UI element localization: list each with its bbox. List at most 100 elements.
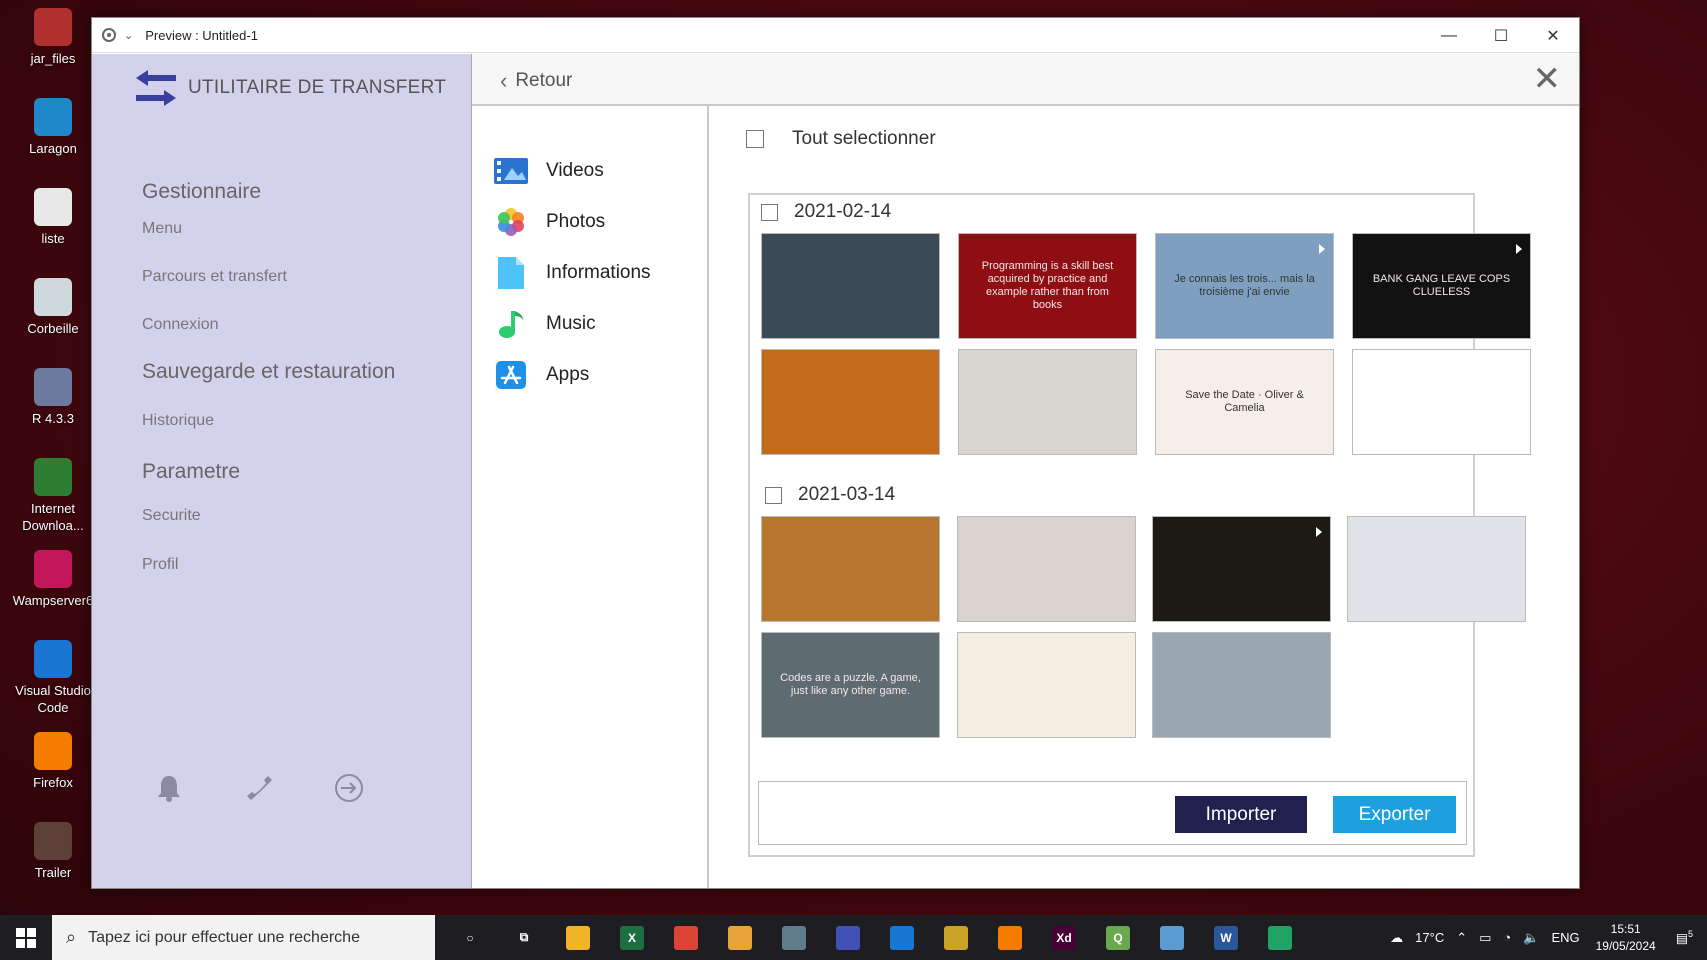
minimize-button[interactable]: —	[1423, 18, 1475, 53]
nav-item-securite[interactable]: Securite	[142, 507, 201, 525]
media-thumbnail[interactable]: BANK GANG LEAVE COPS CLUELESS	[1352, 233, 1531, 339]
language-indicator[interactable]: ENG	[1551, 930, 1579, 945]
wifi-icon[interactable]: ◔	[1503, 930, 1511, 945]
start-button[interactable]	[0, 915, 52, 960]
media-thumbnail[interactable]	[1347, 516, 1526, 622]
firefox-icon	[998, 925, 1022, 950]
media-thumbnail[interactable]: Programming is a skill best acquired by …	[958, 233, 1137, 339]
media-thumbnail[interactable]	[958, 349, 1137, 455]
media-thumbnail[interactable]	[761, 349, 940, 455]
app-store-icon	[494, 360, 528, 390]
desktop-icon[interactable]: Wampserver6	[4, 550, 102, 609]
category-informations[interactable]: Informations	[494, 257, 651, 289]
chevron-up-icon[interactable]: ⌃	[1456, 930, 1467, 946]
nav-heading-sauvegarde[interactable]: Sauvegarde et restauration	[142, 360, 395, 384]
category-videos[interactable]: Videos	[494, 156, 604, 186]
media-thumbnail[interactable]: Je connais les trois... mais la troisièm…	[1155, 233, 1334, 339]
desktop-icon-label: R 4.3.3	[32, 411, 74, 426]
thumbnail-caption: BANK GANG LEAVE COPS CLUELESS	[1372, 273, 1511, 298]
chevron-down-icon[interactable]: ⌄	[124, 29, 133, 42]
taskbar-app[interactable]: ○	[443, 915, 497, 960]
weather-temp[interactable]: 17°C	[1415, 930, 1444, 945]
taskbar-app[interactable]: ⧉	[497, 915, 551, 960]
app-icon	[944, 925, 968, 950]
media-thumbnail[interactable]: Save the Date · Oliver & Camelia	[1155, 349, 1334, 455]
group-checkbox[interactable]	[761, 203, 778, 221]
taskbar-app[interactable]	[659, 915, 713, 960]
desktop-icon[interactable]: Laragon	[4, 98, 102, 157]
nav-item-parcours-transfert[interactable]: Parcours et transfert	[142, 268, 287, 286]
desktop-icon[interactable]: jar_files	[4, 8, 102, 67]
select-all-row[interactable]: Tout selectionner	[746, 128, 936, 150]
notification-icon[interactable]: ▤5	[1676, 929, 1693, 946]
text-file-icon	[34, 188, 72, 226]
media-thumbnail[interactable]	[957, 632, 1136, 738]
taskbar-search[interactable]: ⌕ Tapez ici pour effectuer une recherche	[52, 915, 435, 960]
nav-item-menu[interactable]: Menu	[142, 220, 182, 238]
taskbar-app[interactable]	[713, 915, 767, 960]
media-thumbnail[interactable]	[1152, 632, 1331, 738]
category-music[interactable]: Music	[494, 309, 596, 339]
group-header[interactable]: 2021-02-14	[761, 201, 891, 223]
group-date: 2021-03-14	[798, 484, 896, 505]
group-checkbox[interactable]	[765, 486, 782, 504]
nav-item-connexion[interactable]: Connexion	[142, 316, 219, 334]
export-button[interactable]: Exporter	[1333, 796, 1456, 833]
select-all-checkbox[interactable]	[746, 130, 764, 148]
volume-icon[interactable]: 🔈	[1523, 930, 1539, 946]
maximize-button[interactable]: ☐	[1475, 18, 1527, 53]
back-button[interactable]: ‹ Retour	[500, 68, 572, 94]
desktop-icon[interactable]: Visual Studio Code	[4, 640, 102, 716]
desktop-icon[interactable]: Firefox	[4, 732, 102, 791]
brand: UTILITAIRE DE TRANSFERT	[132, 66, 446, 110]
taskbar-app[interactable]: Q	[1091, 915, 1145, 960]
desktop-icon-label: Corbeille	[27, 321, 79, 336]
taskbar-app[interactable]: X	[605, 915, 659, 960]
media-thumbnail[interactable]	[761, 516, 940, 622]
taskbar-app[interactable]	[821, 915, 875, 960]
taskbar-app[interactable]	[983, 915, 1037, 960]
desktop-icon-label: jar_files	[30, 51, 76, 66]
media-thumbnail[interactable]	[761, 233, 940, 339]
logout-icon[interactable]	[330, 769, 368, 807]
category-photos[interactable]: Photos	[494, 207, 605, 237]
bell-icon[interactable]	[150, 769, 188, 807]
desktop-icon[interactable]: R 4.3.3	[4, 368, 102, 427]
nav-heading-gestionnaire[interactable]: Gestionnaire	[142, 180, 261, 204]
nav-heading-parametre[interactable]: Parametre	[142, 460, 240, 484]
window-close-button[interactable]: ✕	[1527, 18, 1579, 53]
close-panel-button[interactable]: ✕	[1533, 62, 1562, 96]
desktop-icon-label: Internet Downloa...	[22, 501, 84, 533]
clock-date: 19/05/2024	[1595, 938, 1656, 953]
media-thumbnail[interactable]	[957, 516, 1136, 622]
taskbar-app[interactable]: W	[1199, 915, 1253, 960]
action-bar: Importer Exporter	[758, 781, 1467, 845]
category-apps[interactable]: Apps	[494, 360, 589, 390]
taskbar-app[interactable]	[1145, 915, 1199, 960]
media-thumbnail[interactable]: Codes are a puzzle. A game, just like an…	[761, 632, 940, 738]
category-label: Videos	[546, 160, 604, 181]
adobe-xd-icon: Xd	[1052, 925, 1076, 950]
battery-icon[interactable]: ▭	[1479, 930, 1491, 946]
taskbar-app[interactable]	[551, 915, 605, 960]
taskbar-app[interactable]	[929, 915, 983, 960]
desktop-icon[interactable]: Corbeille	[4, 278, 102, 337]
clock[interactable]: 15:51 19/05/2024	[1596, 921, 1656, 955]
import-button[interactable]: Importer	[1175, 796, 1307, 833]
chevron-left-icon: ‹	[500, 68, 508, 93]
media-thumbnail[interactable]	[1152, 516, 1331, 622]
weather-icon[interactable]: ☁	[1390, 930, 1403, 946]
taskbar-app[interactable]: Xd	[1037, 915, 1091, 960]
desktop-icon[interactable]: liste	[4, 188, 102, 247]
media-thumbnail[interactable]	[1352, 349, 1531, 455]
desktop-icon[interactable]: Internet Downloa...	[4, 458, 102, 534]
group-header[interactable]: 2021-03-14	[765, 484, 895, 506]
desktop-icon[interactable]: Trailer	[4, 822, 102, 881]
taskbar-app[interactable]	[767, 915, 821, 960]
taskbar-app[interactable]	[1253, 915, 1307, 960]
phone-icon[interactable]	[240, 769, 278, 807]
taskbar-app[interactable]	[875, 915, 929, 960]
title-bar[interactable]: ⌄ Preview : Untitled-1 — ☐ ✕	[92, 18, 1579, 53]
nav-item-profil[interactable]: Profil	[142, 556, 178, 574]
nav-item-historique[interactable]: Historique	[142, 412, 214, 430]
